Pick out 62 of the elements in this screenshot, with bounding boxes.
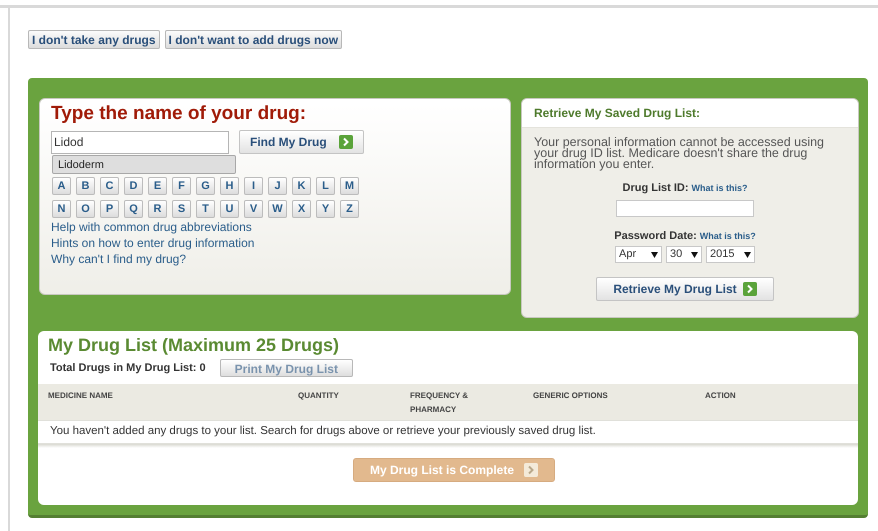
retrieve-list-button[interactable]: Retrieve My Drug List: [596, 277, 774, 301]
letter-button[interactable]: I: [244, 177, 263, 195]
letter-button[interactable]: H: [220, 177, 239, 195]
letter-button[interactable]: R: [148, 200, 167, 218]
find-drug-button[interactable]: Find My Drug: [239, 130, 364, 154]
letter-button[interactable]: D: [124, 177, 143, 195]
drug-name-field[interactable]: Lidod: [51, 130, 229, 154]
column-header: FREQUENCY & PHARMACY: [410, 390, 470, 416]
password-date-label: Password Date:: [614, 228, 697, 244]
letter-button[interactable]: L: [316, 177, 335, 195]
drug-list-id-label: Drug List ID:: [622, 181, 688, 196]
column-header: GENERIC OPTIONS: [533, 390, 609, 402]
privacy-text: Your personal information cannot be accessed using your drug ID list. Medicare doesn't share the drug information you enter.: [533, 134, 826, 170]
retrieve-title: Retrieve My Saved Drug List:: [534, 105, 700, 122]
letter-button[interactable]: M: [340, 177, 359, 195]
letter-button[interactable]: K: [292, 177, 311, 195]
letter-button[interactable]: O: [76, 200, 95, 218]
letter-button[interactable]: U: [220, 200, 239, 218]
help-link[interactable]: Hints on how to enter drug information: [51, 235, 254, 251]
search-title: Type the name of your drug:: [51, 102, 308, 126]
help-link[interactable]: Help with common drug abbreviations: [51, 219, 252, 235]
letter-button[interactable]: Z: [340, 200, 359, 218]
letter-button[interactable]: Y: [316, 200, 335, 218]
option-button[interactable]: I don't take any drugs: [28, 30, 160, 49]
letter-button[interactable]: G: [196, 177, 215, 195]
day-select[interactable]: 30: [666, 246, 702, 263]
letter-button[interactable]: A: [52, 177, 71, 195]
letter-button[interactable]: T: [196, 200, 215, 218]
letter-button[interactable]: W: [268, 200, 287, 218]
empty-list-message: You haven't added any drugs to your list. Search for drugs above or retrieve your previously saved drug list.: [50, 424, 596, 440]
month-select[interactable]: Apr: [615, 246, 662, 263]
letter-button[interactable]: V: [244, 200, 263, 218]
caret-icon: [651, 252, 658, 258]
suggestion-item[interactable]: Lidoderm: [52, 155, 236, 174]
arrow-right-icon: [338, 135, 353, 149]
total-drugs-text: Total Drugs in My Drug List: 0: [50, 360, 206, 376]
column-header: MEDICINE NAME: [48, 390, 114, 402]
column-header: QUANTITY: [298, 390, 340, 402]
help-link[interactable]: Why can't I find my drug?: [51, 251, 186, 267]
letter-button[interactable]: F: [172, 177, 191, 195]
letter-button[interactable]: S: [172, 200, 191, 218]
help-link[interactable]: What is this?: [692, 182, 748, 196]
drug-list-title: My Drug List (Maximum 25 Drugs): [47, 334, 340, 357]
column-header: ACTION: [705, 390, 737, 402]
print-list-button: Print My Drug List: [220, 359, 353, 377]
year-select[interactable]: 2015: [706, 246, 755, 263]
letter-button[interactable]: Q: [124, 200, 143, 218]
arrow-right-icon: [524, 463, 538, 477]
caret-icon: [744, 252, 751, 258]
letter-button[interactable]: C: [100, 177, 119, 195]
complete-list-button: My Drug List is Complete: [352, 458, 556, 482]
letter-button[interactable]: B: [76, 177, 95, 195]
help-link[interactable]: What is this?: [700, 230, 756, 243]
letter-button[interactable]: P: [100, 200, 119, 218]
arrow-right-icon: [742, 282, 757, 296]
drug-list-id-field[interactable]: [616, 200, 754, 216]
letter-button[interactable]: X: [292, 200, 311, 218]
letter-button[interactable]: N: [52, 200, 71, 218]
letter-button[interactable]: E: [148, 177, 167, 195]
letter-button[interactable]: J: [268, 177, 287, 195]
option-button[interactable]: I don't want to add drugs now: [164, 30, 342, 49]
caret-icon: [691, 252, 698, 258]
